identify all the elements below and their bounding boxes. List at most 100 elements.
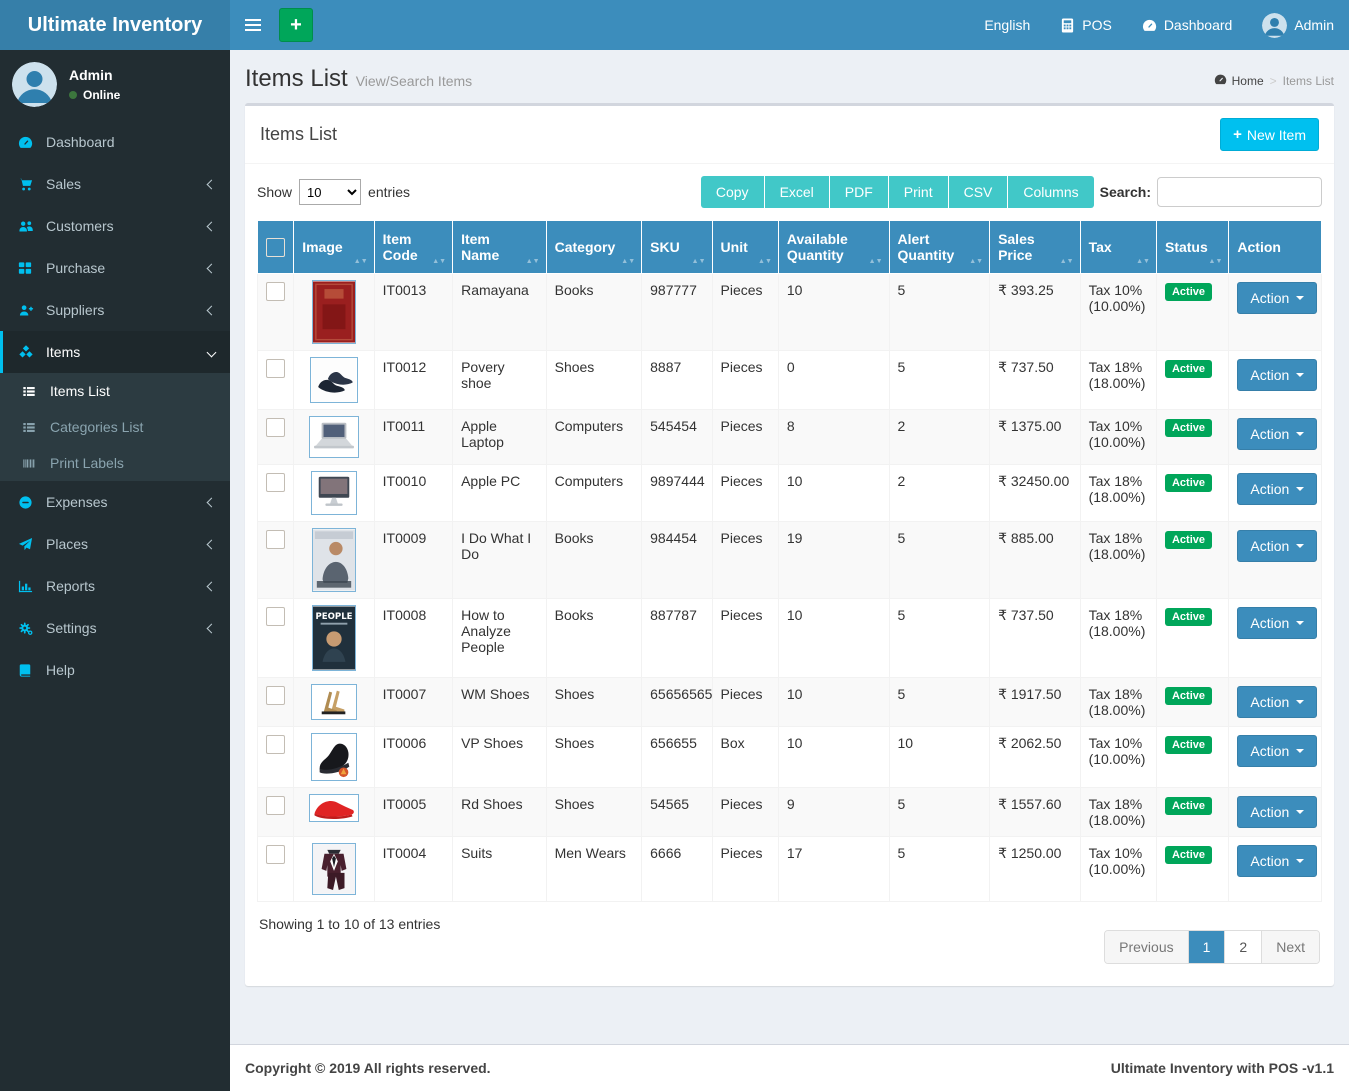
- action-cell: Action: [1229, 788, 1322, 837]
- action-button[interactable]: Action: [1237, 607, 1317, 639]
- sidebar-item-suppliers[interactable]: Suppliers: [0, 289, 230, 331]
- app-logo[interactable]: Ultimate Inventory: [0, 0, 230, 50]
- pagination-previous[interactable]: Previous: [1105, 931, 1188, 963]
- header-available-quantity[interactable]: Available Quantity▲▼: [778, 221, 889, 274]
- page-length-select[interactable]: 10: [299, 179, 361, 205]
- row-checkbox[interactable]: [266, 735, 285, 754]
- row-checkbox[interactable]: [266, 473, 285, 492]
- sidebar-item-items-list[interactable]: Items List: [0, 373, 230, 409]
- sidebar-toggle-icon[interactable]: [230, 0, 275, 50]
- table-row: IT0005 Rd Shoes Shoes 54565 Pieces 9 5 ₹…: [258, 788, 1322, 837]
- chevron-left-icon: [207, 221, 217, 231]
- language-menu[interactable]: English: [969, 0, 1045, 50]
- item-code-cell: IT0009: [374, 522, 452, 599]
- row-checkbox[interactable]: [266, 845, 285, 864]
- online-dot-icon: [69, 91, 77, 99]
- header-unit[interactable]: Unit▲▼: [712, 221, 778, 274]
- status-cell: Active: [1156, 274, 1228, 351]
- available-quantity-cell: 10: [778, 678, 889, 727]
- sort-icon: ▲▼: [1209, 259, 1223, 264]
- action-button[interactable]: Action: [1237, 530, 1317, 562]
- row-checkbox[interactable]: [266, 359, 285, 378]
- sidebar-item-purchase[interactable]: Purchase: [0, 247, 230, 289]
- columns-button[interactable]: Columns: [1008, 176, 1093, 208]
- action-button[interactable]: Action: [1237, 359, 1317, 391]
- pagination-page-1[interactable]: 1: [1189, 931, 1226, 963]
- sidebar-item-sales[interactable]: Sales: [0, 163, 230, 205]
- list-icon: [22, 421, 42, 434]
- sidebar-item-help[interactable]: Help: [0, 649, 230, 691]
- sidebar-item-categories-list[interactable]: Categories List: [0, 409, 230, 445]
- copy-button[interactable]: Copy: [701, 176, 765, 208]
- print-button[interactable]: Print: [889, 176, 949, 208]
- pagination-page-2[interactable]: 2: [1225, 931, 1262, 963]
- caret-down-icon: [1296, 621, 1304, 625]
- panel-title: Items List: [260, 124, 337, 145]
- caret-down-icon: [1296, 700, 1304, 704]
- table-row: IT0012 Povery shoe Shoes 8887 Pieces 0 5…: [258, 351, 1322, 410]
- header-alert-quantity[interactable]: Alert Quantity▲▼: [889, 221, 990, 274]
- sales-price-cell: ₹ 1917.50: [990, 678, 1081, 727]
- excel-button[interactable]: Excel: [765, 176, 830, 208]
- sidebar-item-reports[interactable]: Reports: [0, 565, 230, 607]
- status-cell: Active: [1156, 522, 1228, 599]
- action-button[interactable]: Action: [1237, 735, 1317, 767]
- available-quantity-cell: 17: [778, 837, 889, 902]
- sidebar-item-settings[interactable]: Settings: [0, 607, 230, 649]
- caret-down-icon: [1296, 373, 1304, 377]
- header-category[interactable]: Category▲▼: [546, 221, 642, 274]
- action-button[interactable]: Action: [1237, 686, 1317, 718]
- dashboard-icon: [1142, 18, 1157, 33]
- header-item-code[interactable]: Item Code▲▼: [374, 221, 452, 274]
- row-checkbox[interactable]: [266, 530, 285, 549]
- breadcrumb-home[interactable]: Home: [1214, 73, 1264, 89]
- header-tax[interactable]: Tax▲▼: [1080, 221, 1156, 274]
- header-sales-price[interactable]: Sales Price▲▼: [990, 221, 1081, 274]
- row-checkbox[interactable]: [266, 607, 285, 626]
- csv-button[interactable]: CSV: [949, 176, 1009, 208]
- new-item-button[interactable]: + New Item: [1220, 118, 1319, 151]
- row-checkbox[interactable]: [266, 418, 285, 437]
- user-menu[interactable]: Admin: [1247, 0, 1349, 50]
- select-all-checkbox[interactable]: [266, 238, 285, 257]
- action-button[interactable]: Action: [1237, 418, 1317, 450]
- item-code-cell: IT0006: [374, 727, 452, 788]
- caret-down-icon: [1296, 296, 1304, 300]
- sidebar-item-expenses[interactable]: Expenses: [0, 481, 230, 523]
- alert-quantity-cell: 5: [889, 837, 990, 902]
- dashboard-link[interactable]: Dashboard: [1127, 0, 1248, 50]
- action-button[interactable]: Action: [1237, 473, 1317, 505]
- header-item-name[interactable]: Item Name▲▼: [453, 221, 547, 274]
- alert-quantity-cell: 2: [889, 465, 990, 522]
- sidebar-item-print-labels[interactable]: Print Labels: [0, 445, 230, 481]
- row-checkbox[interactable]: [266, 686, 285, 705]
- search-input[interactable]: [1157, 177, 1322, 207]
- pos-link[interactable]: POS: [1045, 0, 1127, 50]
- action-button[interactable]: Action: [1237, 282, 1317, 314]
- pagination-next[interactable]: Next: [1262, 931, 1319, 963]
- product-thumbnail: [294, 274, 374, 351]
- action-cell: Action: [1229, 522, 1322, 599]
- alert-quantity-cell: 5: [889, 522, 990, 599]
- sidebar-item-items[interactable]: Items: [0, 331, 230, 373]
- alert-quantity-cell: 5: [889, 788, 990, 837]
- sidebar-item-customers[interactable]: Customers: [0, 205, 230, 247]
- row-checkbox[interactable]: [266, 282, 285, 301]
- sidebar-item-dashboard[interactable]: Dashboard: [0, 121, 230, 163]
- header-status[interactable]: Status▲▼: [1156, 221, 1228, 274]
- pdf-button[interactable]: PDF: [830, 176, 889, 208]
- row-checkbox[interactable]: [266, 796, 285, 815]
- action-button[interactable]: Action: [1237, 796, 1317, 828]
- alert-quantity-cell: 5: [889, 678, 990, 727]
- header-image[interactable]: Image▲▼: [294, 221, 374, 274]
- action-button[interactable]: Action: [1237, 845, 1317, 877]
- unit-cell: Box: [712, 727, 778, 788]
- action-cell: Action: [1229, 351, 1322, 410]
- user-plus-icon: [18, 303, 38, 318]
- items-submenu: Items List Categories List Print Labels: [0, 373, 230, 481]
- quick-add-button[interactable]: +: [279, 8, 313, 42]
- copyright-text: Copyright © 2019 All rights reserved.: [245, 1060, 491, 1076]
- header-sku[interactable]: SKU▲▼: [642, 221, 712, 274]
- sidebar-user-name: Admin: [69, 67, 120, 83]
- sidebar-item-places[interactable]: Places: [0, 523, 230, 565]
